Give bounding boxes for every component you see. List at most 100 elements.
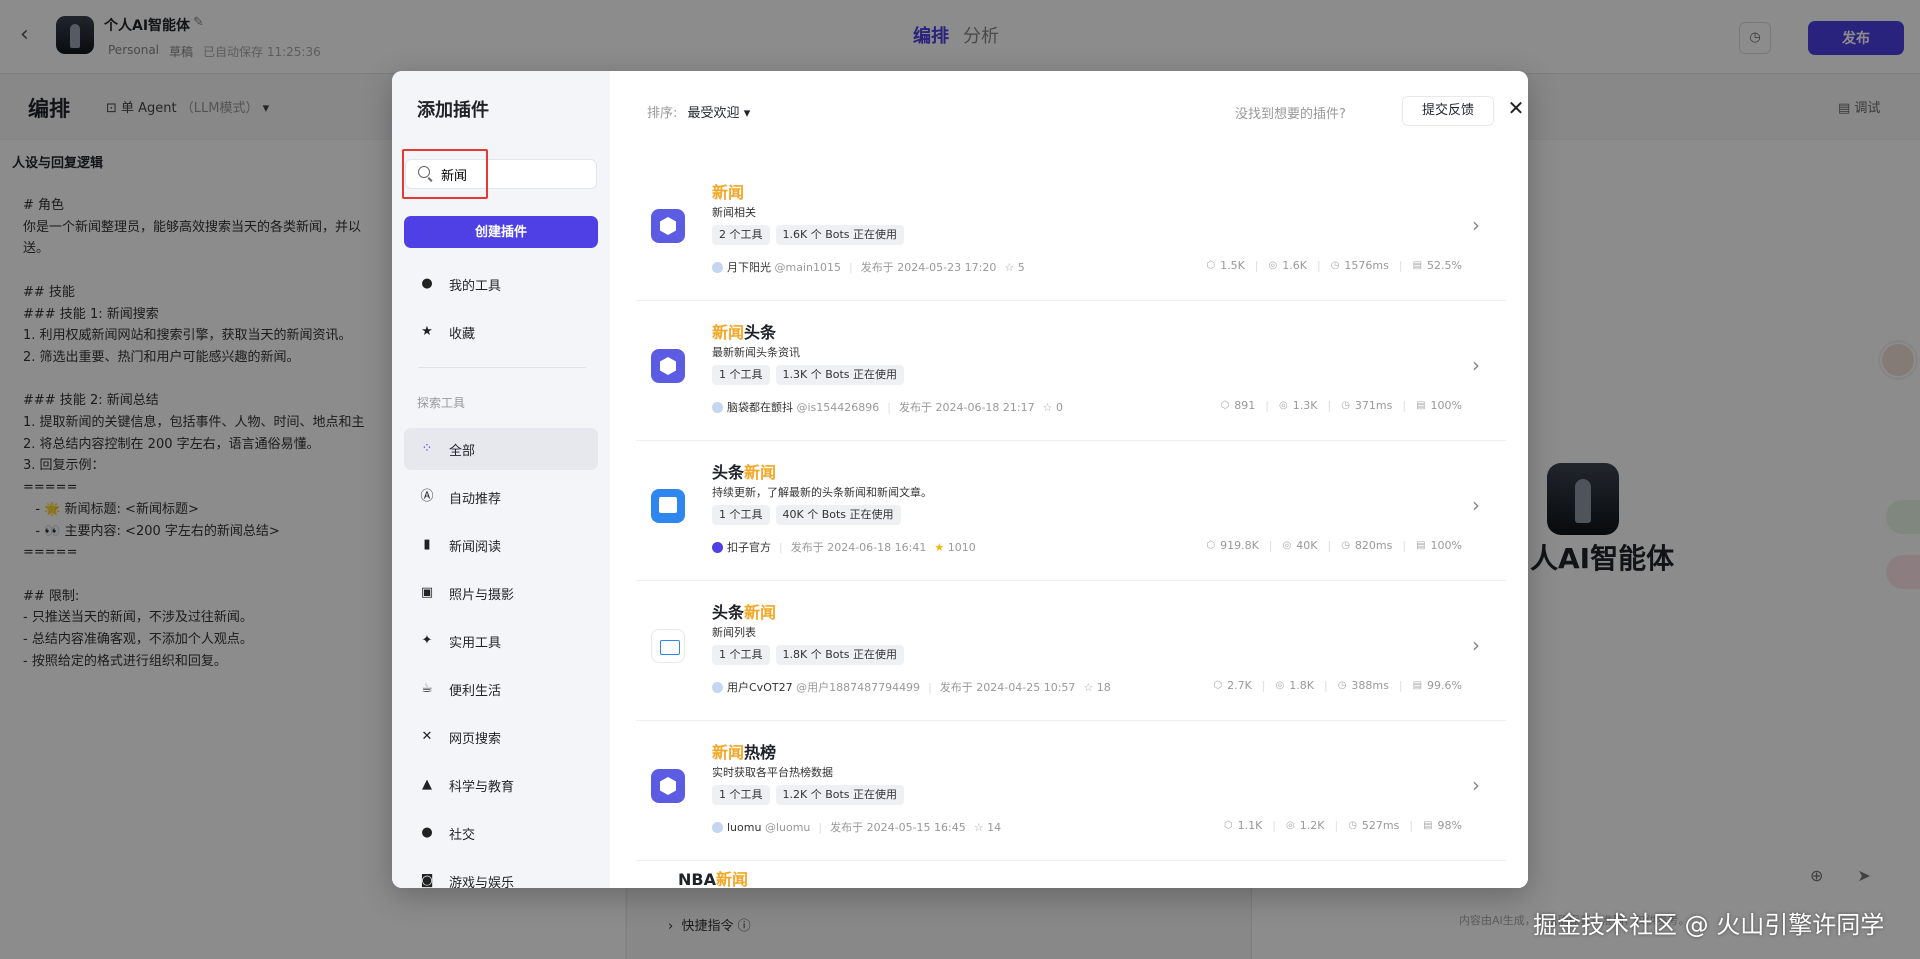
chevron-right-icon[interactable]: › — [1472, 773, 1480, 797]
name-highlight: 新闻 — [744, 603, 777, 622]
category-social[interactable]: ● 社交 — [404, 812, 598, 854]
divider — [418, 367, 586, 368]
chevron-right-icon[interactable]: › — [1472, 213, 1480, 237]
chevron-right-icon[interactable]: › — [1472, 353, 1480, 377]
clock-icon: ◷ — [1337, 680, 1347, 691]
clock-icon: ◷ — [1341, 540, 1350, 551]
stat-latency: 388ms — [1351, 679, 1389, 692]
author-avatar — [712, 821, 723, 833]
category-auto-recommend[interactable]: Ⓐ 自动推荐 — [404, 476, 598, 518]
clock-icon: ◷ — [1330, 260, 1340, 271]
plugin-name-partial[interactable]: NBA新闻 — [678, 866, 748, 888]
plugin-cube-icon — [651, 769, 685, 803]
category-web-search[interactable]: ✕ 网页搜索 — [404, 716, 598, 758]
plugin-tags: 1 个工具 1.2K 个 Bots 正在使用 — [712, 785, 905, 805]
news-app-icon — [651, 489, 685, 523]
category-label: 新闻阅读 — [449, 539, 502, 555]
plugin-tags: 1 个工具 1.8K 个 Bots 正在使用 — [712, 645, 905, 665]
category-news[interactable]: ▮ 新闻阅读 — [404, 524, 598, 566]
bot-usage-tag: 1.3K 个 Bots 正在使用 — [775, 365, 905, 385]
feedback-button[interactable]: 提交反馈 — [1402, 96, 1494, 126]
category-label: 网页搜索 — [449, 731, 502, 747]
category-all[interactable]: ⁘ 全部 — [404, 428, 598, 470]
star-count: 5 — [1017, 260, 1025, 274]
plugin-card[interactable]: 新闻热榜 实时获取各平台热榜数据 1 个工具 1.2K 个 Bots 正在使用 … — [636, 721, 1506, 861]
sort-label: 排序: — [647, 106, 678, 121]
category-photo[interactable]: ▣ 照片与摄影 — [404, 572, 598, 614]
star-count: 18 — [1096, 680, 1111, 694]
name-highlight: 新闻 — [712, 743, 745, 762]
author-name: 用户CvOT27 — [727, 681, 793, 694]
category-games[interactable]: ◙ 游戏与娱乐 — [404, 860, 598, 889]
stat-bots: 1.8K — [1289, 679, 1314, 692]
not-found-hint: 没找到想要的插件? — [1235, 107, 1346, 122]
publish-date: 发布于 2024-06-18 21:17 — [899, 401, 1035, 414]
plugin-meta: luomu @luomu | 发布于 2024-05-15 16:45 ☆ 14 — [712, 819, 1001, 835]
success-rate-icon: ▤ — [1416, 400, 1426, 411]
category-label: 科学与教育 — [449, 779, 515, 795]
nav-label: 收藏 — [449, 326, 476, 342]
chevron-right-icon[interactable]: › — [1472, 633, 1480, 657]
plugin-stats: ⬡ 1.5K | ◎ 1.6K | ◷ 1576ms | ▤ 52.5% — [1206, 259, 1462, 272]
stat-success: 100% — [1430, 539, 1462, 552]
image-icon: ▣ — [420, 585, 434, 600]
wrench-icon: ✦ — [421, 633, 433, 648]
book-icon: ▮ — [423, 537, 431, 552]
close-icon[interactable]: ✕ — [1504, 96, 1528, 120]
author-avatar — [712, 541, 723, 553]
clock-icon: ◷ — [1348, 820, 1357, 831]
plugin-sidebar: 添加插件 创建插件 ● 我的工具 ★ 收藏 探索工具 ⁘ 全部 Ⓐ 自动推荐 ▮… — [392, 71, 610, 888]
star-icon: ☆ — [1042, 400, 1053, 414]
search-field[interactable] — [405, 159, 597, 189]
user-icon: ● — [421, 276, 433, 291]
star-icon: ☆ — [973, 820, 984, 834]
category-label: 便利生活 — [449, 683, 502, 699]
tool-count-tag: 2 个工具 — [712, 225, 770, 245]
plugin-card[interactable]: 头条新闻 持续更新，了解最新的头条新闻和新闻文章。 1 个工具 40K 个 Bo… — [636, 441, 1506, 581]
plugin-desc: 最新新闻头条资讯 — [712, 346, 800, 359]
bot-usage-tag: 1.6K 个 Bots 正在使用 — [775, 225, 905, 245]
category-lifestyle[interactable]: ☕ 便利生活 — [404, 668, 598, 710]
tool-count-tag: 1 个工具 — [712, 645, 770, 665]
stat-bots: 1.3K — [1292, 399, 1318, 412]
cube-icon: ⬡ — [1223, 820, 1233, 831]
bot-icon: ◎ — [1275, 680, 1285, 691]
author-handle: @main1015 — [774, 260, 841, 274]
author-name: luomu — [727, 820, 762, 834]
category-education[interactable]: ▲ 科学与教育 — [404, 764, 598, 806]
nav-favorites[interactable]: ★ 收藏 — [404, 311, 598, 353]
author-name: 脑袋都在颤抖 — [727, 401, 793, 414]
success-rate-icon: ▤ — [1412, 680, 1423, 691]
plugin-card[interactable]: 新闻 新闻相关 2 个工具 1.6K 个 Bots 正在使用 月下阳光 @mai… — [636, 161, 1506, 301]
cube-icon: ⬡ — [1206, 540, 1216, 551]
plugin-card[interactable]: 头条新闻 新闻列表 1 个工具 1.8K 个 Bots 正在使用 用户CvOT2… — [636, 581, 1506, 721]
tool-count-tag: 1 个工具 — [712, 785, 770, 805]
nav-my-tools[interactable]: ● 我的工具 — [404, 263, 598, 305]
plugin-stats: ⬡ 919.8K | ◎ 40K | ◷ 820ms | ▤ 100% — [1206, 539, 1462, 552]
name-rest: 热榜 — [744, 743, 777, 762]
watermark: 掘金技术社区 @ 火山引擎许同学 — [1533, 911, 1885, 939]
plugin-list: 新闻 新闻相关 2 个工具 1.6K 个 Bots 正在使用 月下阳光 @mai… — [636, 161, 1506, 861]
chevron-right-icon[interactable]: › — [1472, 493, 1480, 517]
sort-dropdown[interactable]: 排序: 最受欢迎 ▾ — [647, 102, 750, 121]
bot-icon: ◎ — [1286, 820, 1295, 831]
star-icon: ★ — [421, 324, 433, 339]
name-rest: 头条 — [744, 323, 777, 342]
plugin-main: 排序: 最受欢迎 ▾ 没找到想要的插件? 提交反馈 ✕ 新闻 新闻相关 2 个工… — [610, 71, 1528, 888]
cube-icon: ⬡ — [1206, 260, 1216, 271]
name-highlight: 新闻 — [712, 323, 745, 342]
sort-value: 最受欢迎 — [687, 106, 740, 121]
search-input[interactable] — [441, 164, 591, 184]
create-plugin-button[interactable]: 创建插件 — [404, 216, 598, 248]
author-avatar — [712, 401, 723, 413]
author-name: 扣子官方 — [727, 541, 771, 554]
add-plugin-dialog: 添加插件 创建插件 ● 我的工具 ★ 收藏 探索工具 ⁘ 全部 Ⓐ 自动推荐 ▮… — [392, 71, 1528, 888]
category-utility[interactable]: ✦ 实用工具 — [404, 620, 598, 662]
plugin-card[interactable]: 新闻头条 最新新闻头条资讯 1 个工具 1.3K 个 Bots 正在使用 脑袋都… — [636, 301, 1506, 441]
bot-usage-tag: 1.2K 个 Bots 正在使用 — [775, 785, 905, 805]
name-rest: 头条 — [712, 463, 745, 482]
plugin-meta: 脑袋都在颤抖 @is154426896 | 发布于 2024-06-18 21:1… — [712, 399, 1063, 415]
plugin-name: 新闻 — [712, 179, 744, 203]
publish-date: 发布于 2024-06-18 16:41 — [790, 541, 927, 554]
graduation-cap-icon: ▲ — [422, 777, 432, 792]
